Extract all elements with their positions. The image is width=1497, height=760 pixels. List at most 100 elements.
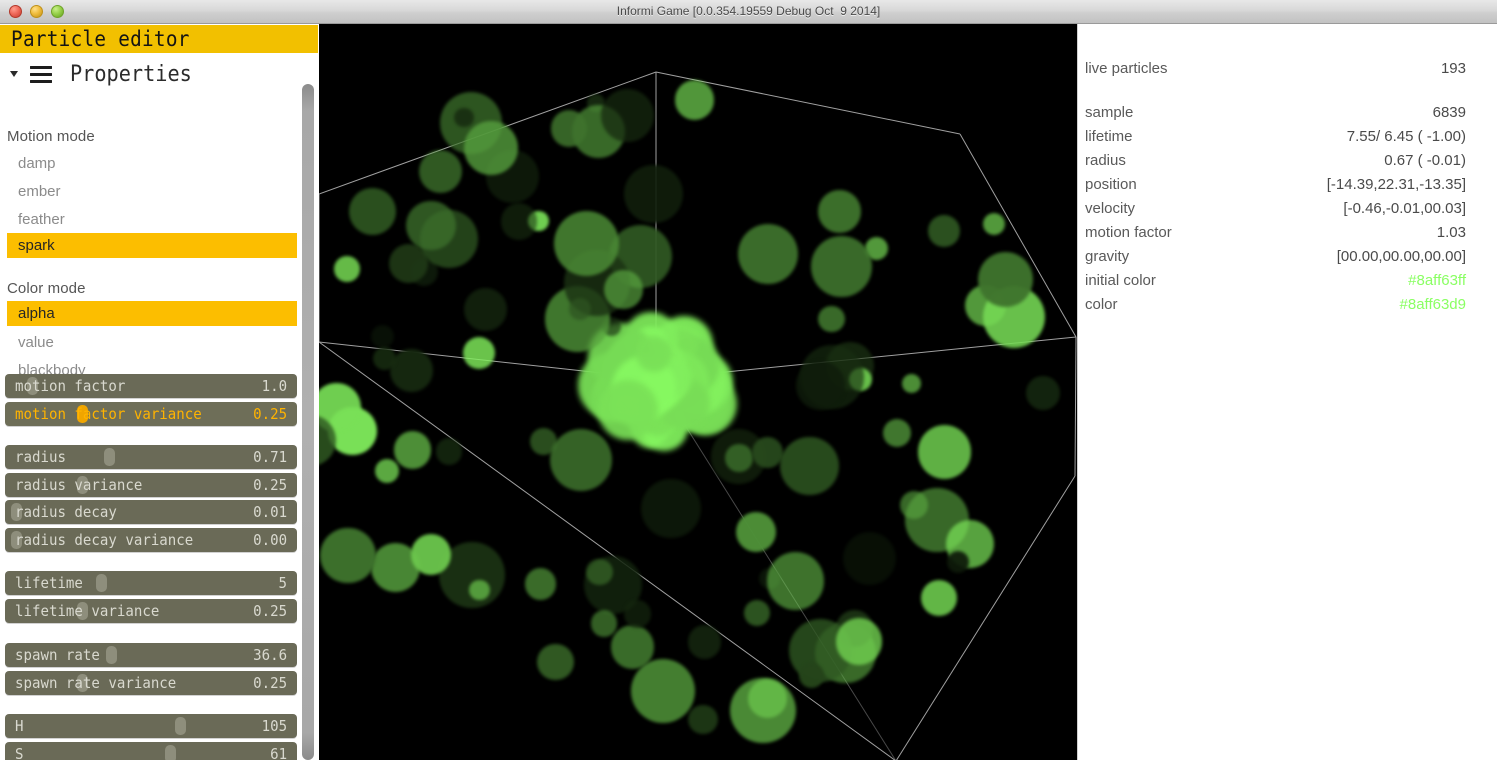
particle xyxy=(920,579,958,617)
particle xyxy=(735,511,776,552)
particle xyxy=(390,349,433,393)
color-mode-option-alpha[interactable]: alpha xyxy=(7,301,297,326)
stat-key: radius xyxy=(1085,152,1126,169)
slider-knob[interactable] xyxy=(95,574,107,592)
stat-value: 1.03 xyxy=(1436,224,1466,241)
slider-knob[interactable] xyxy=(103,448,115,466)
particle xyxy=(370,324,395,349)
particle xyxy=(623,600,652,629)
particle xyxy=(902,374,922,394)
slider-label: radius decay xyxy=(15,503,117,521)
slider-S[interactable]: S 61 xyxy=(5,742,297,760)
particle xyxy=(635,336,672,372)
particle xyxy=(568,297,591,320)
particle xyxy=(835,618,883,665)
particle xyxy=(454,108,474,128)
stat-key: position xyxy=(1085,176,1137,193)
color-mode-label: Color mode xyxy=(7,280,86,297)
particle-editor-sidebar: Particle editor Properties Motion mode d… xyxy=(0,24,319,760)
slider-motion-factor-variance[interactable]: motion factor variance 0.25 xyxy=(5,402,297,426)
particle xyxy=(469,579,490,601)
slider-radius[interactable]: radius 0.71 xyxy=(5,445,297,469)
stat-row: lifetime 7.55/ 6.45 ( -1.00) xyxy=(1078,125,1497,149)
motion-mode-option-ember[interactable]: ember xyxy=(7,179,297,204)
scrollbar-thumb[interactable] xyxy=(302,84,314,760)
stat-row: gravity [00.00,00.00,00.00] xyxy=(1078,245,1497,269)
slider-lifetime-variance[interactable]: lifetime variance 0.25 xyxy=(5,599,297,623)
slider-label: spawn rate xyxy=(15,646,100,664)
stat-row: initial color #8aff63ff xyxy=(1078,269,1497,293)
vertical-scrollbar[interactable] xyxy=(302,84,314,760)
particle xyxy=(372,346,396,370)
particle xyxy=(688,704,718,735)
particle xyxy=(462,337,495,370)
slider-value: 36.6 xyxy=(253,646,287,664)
stat-key: velocity xyxy=(1085,200,1136,217)
motion-mode-option-feather[interactable]: feather xyxy=(7,207,297,232)
slider-spawn-rate-variance[interactable]: spawn rate variance 0.25 xyxy=(5,671,297,695)
slider-value: 0.25 xyxy=(253,674,287,692)
slider-label: spawn rate variance xyxy=(15,674,177,692)
particle xyxy=(798,662,825,689)
slider-radius-decay-variance[interactable]: radius decay variance 0.00 xyxy=(5,528,297,552)
particle xyxy=(738,224,799,285)
particle xyxy=(743,600,770,627)
stat-key: motion factor xyxy=(1085,224,1172,241)
particle xyxy=(674,80,715,120)
motion-mode-label: Motion mode xyxy=(7,128,95,145)
particle xyxy=(524,568,556,600)
slider-radius-variance[interactable]: radius variance 0.25 xyxy=(5,473,297,497)
slider-value: 105 xyxy=(261,717,287,735)
color-mode-option-value[interactable]: value xyxy=(7,330,297,355)
stat-row: color #8aff63d9 xyxy=(1078,293,1497,317)
slider-value: 1.0 xyxy=(261,377,287,395)
slider-value: 0.25 xyxy=(253,476,287,494)
particle xyxy=(600,89,654,143)
slider-knob[interactable] xyxy=(106,646,118,664)
stat-key: sample xyxy=(1085,104,1134,121)
properties-section-label: Properties xyxy=(70,61,192,87)
particle xyxy=(818,189,861,233)
slider-radius-decay[interactable]: radius decay 0.01 xyxy=(5,500,297,524)
particle xyxy=(334,256,360,282)
slider-H[interactable]: H 105 xyxy=(5,714,297,738)
application-window: Informi Game [0.0.354.19559 Debug Oct 9 … xyxy=(0,0,1497,760)
particle-3d-viewport[interactable] xyxy=(319,24,1077,760)
slider-value: 0.25 xyxy=(253,405,287,423)
stat-value: #8aff63d9 xyxy=(1399,296,1466,313)
slider-spawn-rate[interactable]: spawn rate 36.6 xyxy=(5,643,297,667)
slider-motion-factor[interactable]: motion factor 1.0 xyxy=(5,374,297,398)
slider-knob[interactable] xyxy=(164,745,176,760)
stat-row: radius 0.67 ( -0.01) xyxy=(1078,149,1497,173)
slider-value: 0.71 xyxy=(253,448,287,466)
stat-value: 0.67 ( -0.01) xyxy=(1384,152,1466,169)
particle xyxy=(983,212,1006,235)
motion-mode-option-spark[interactable]: spark xyxy=(7,233,297,258)
stat-value: [-0.46,-0.01,00.03] xyxy=(1343,200,1466,217)
hamburger-icon[interactable] xyxy=(30,65,52,83)
motion-mode-option-damp[interactable]: damp xyxy=(7,151,297,176)
window-title: Informi Game [0.0.354.19559 Debug Oct 9 … xyxy=(616,4,881,18)
particle-cloud xyxy=(319,24,1077,760)
panel-title-label: Particle editor xyxy=(11,27,190,51)
slider-knob[interactable] xyxy=(175,717,187,735)
slider-label: lifetime xyxy=(15,574,83,592)
slider-value: 5 xyxy=(278,574,287,592)
properties-section-header[interactable]: Properties xyxy=(0,57,318,91)
stats-panel: live particles 193 sample 6839 lifetime 7.55/… xyxy=(1077,24,1497,760)
particle xyxy=(586,558,613,586)
stat-row: position [-14.39,22.31,-13.35] xyxy=(1078,173,1497,197)
particle xyxy=(978,251,1034,307)
particle xyxy=(624,164,684,224)
particle xyxy=(410,534,451,575)
particle xyxy=(320,527,376,583)
triangle-down-icon[interactable] xyxy=(10,71,18,77)
particle xyxy=(780,437,839,496)
particle xyxy=(374,458,400,484)
slider-lifetime[interactable]: lifetime 5 xyxy=(5,571,297,595)
particle xyxy=(393,431,432,469)
particle xyxy=(550,428,612,491)
particle xyxy=(811,236,872,297)
stat-value: [-14.39,22.31,-13.35] xyxy=(1326,176,1466,193)
particle xyxy=(348,187,397,235)
